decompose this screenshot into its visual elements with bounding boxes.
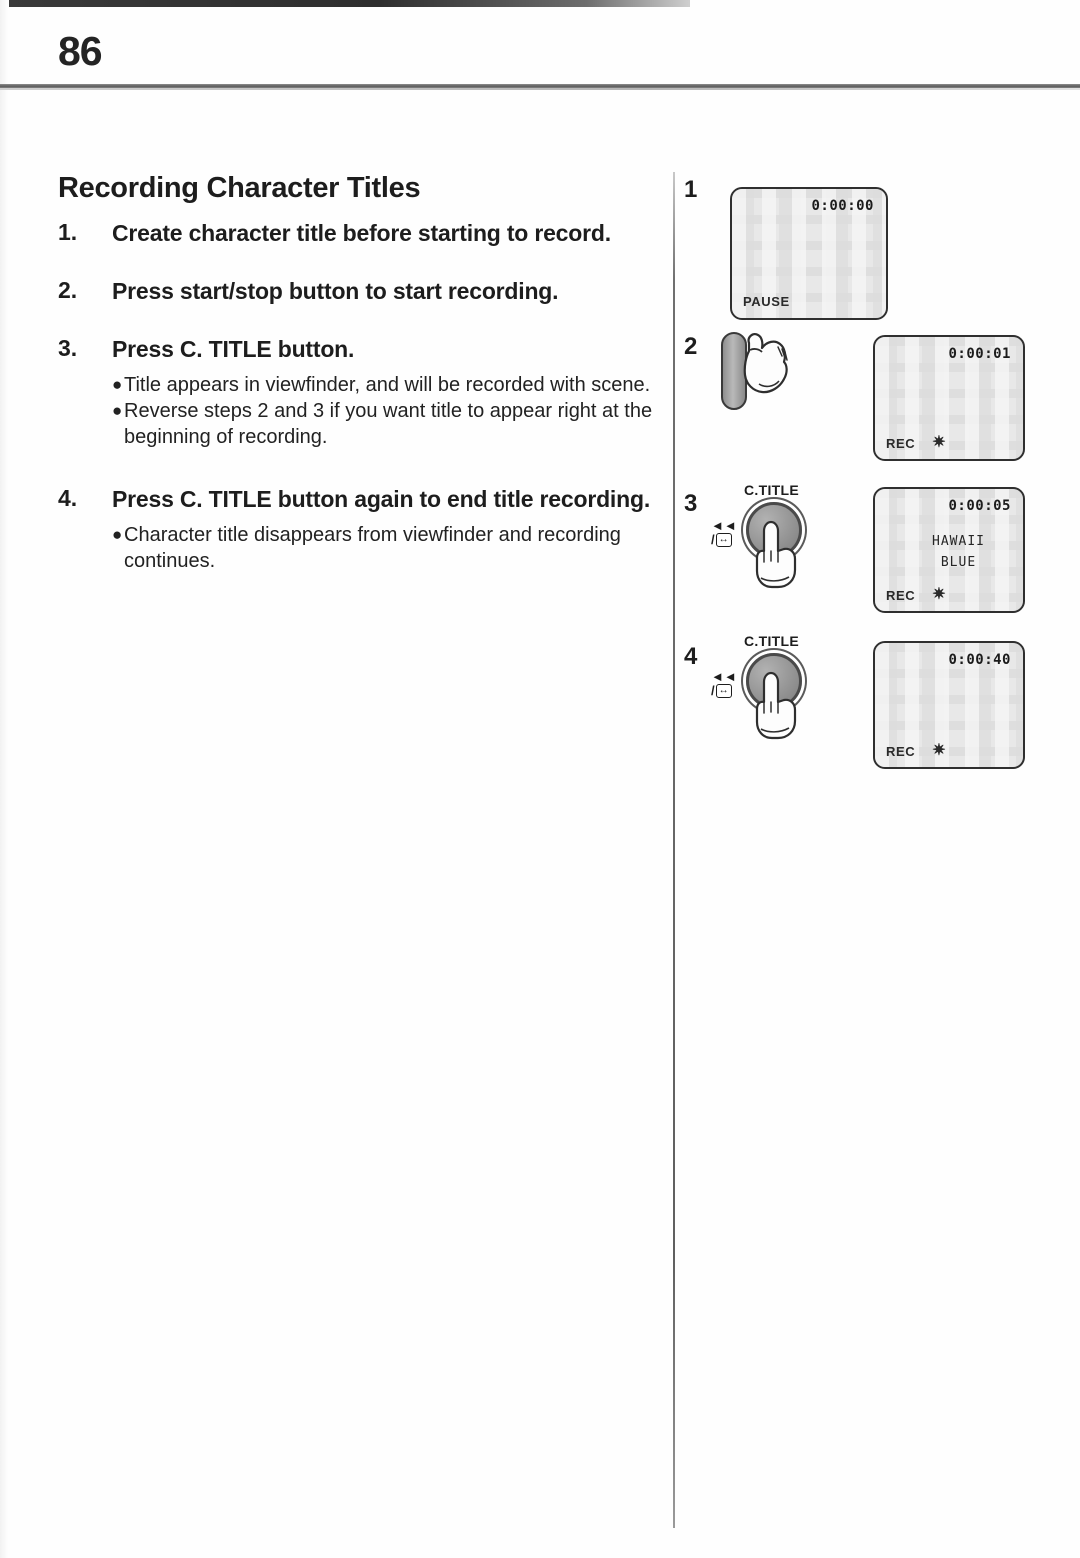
timecode-display: 0:00:00 [811, 198, 874, 214]
bullet-dot-icon: ● [112, 525, 123, 545]
title-line-1: HAWAII [932, 534, 985, 550]
rec-indicator: REC ✷ [886, 435, 946, 451]
rec-label: REC [886, 743, 916, 759]
step-text: Press C. TITLE button. [112, 335, 355, 362]
scan-edge-artifact-top [0, 0, 690, 7]
figure-number: 2 [684, 333, 698, 360]
figure-number: 3 [684, 490, 698, 517]
step-item-2: 2. Press start/stop button to start reco… [58, 277, 658, 307]
figure-2: 2 0:00:01 REC ✷ [673, 327, 1080, 472]
ctitle-button-label: C.TITLE [744, 482, 799, 498]
figure-4: 4 C.TITLE ◄◄ / ↔ 0:00:40 REC ✷ [673, 633, 1080, 783]
instructions-column: Recording Character Titles 1. Create cha… [58, 172, 658, 576]
hand-pointing-icon [750, 669, 804, 741]
timecode-display: 0:00:01 [948, 346, 1011, 362]
timecode-display: 0:00:05 [948, 498, 1011, 514]
rewind-review-icons: ◄◄ / ↔ [711, 518, 737, 548]
rec-star-icon: ✷ [932, 434, 947, 451]
figure-number: 4 [684, 643, 698, 670]
page-number: 86 [58, 28, 103, 74]
bullet-item: ● Character title disappears from viewfi… [112, 523, 658, 574]
review-box-icon: ↔ [715, 533, 732, 548]
step-number: 3. [58, 334, 78, 361]
viewfinder-screen-1: 0:00:00 PAUSE [730, 187, 888, 320]
rec-label: REC [886, 435, 916, 451]
rewind-review-icons: ◄◄ / ↔ [711, 669, 737, 699]
step-number: 1. [58, 219, 78, 245]
bullet-text: Title appears in viewfinder, and will be… [124, 373, 651, 396]
step-item-1: 1. Create character title before startin… [58, 219, 658, 249]
timecode-display: 0:00:40 [948, 652, 1011, 668]
figure-1: 1 0:00:00 PAUSE [673, 170, 1080, 320]
step-item-3: 3. Press C. TITLE button. [58, 335, 658, 365]
bullet-item: ● Title appears in viewfinder, and will … [112, 373, 658, 399]
rewind-icon: ◄◄ [711, 669, 737, 684]
viewfinder-screen-4: 0:00:40 REC ✷ [873, 641, 1025, 769]
rewind-arrow-icon: ◄◄ [711, 669, 737, 684]
bullet-dot-icon: ● [112, 374, 123, 394]
step-4-bullets: ● Character title disappears from viewfi… [112, 523, 658, 574]
step-number: 2. [58, 276, 78, 303]
hand-pressing-icon [737, 327, 799, 401]
illustrations-column: 1 0:00:00 PAUSE 2 0:00:01 REC ✷ 3 C.TITL… [673, 160, 1080, 1550]
rec-label: REC [886, 587, 916, 603]
bullet-item: ● Reverse steps 2 and 3 if you want titl… [112, 399, 658, 450]
review-icon: / ↔ [711, 532, 737, 548]
ctitle-button-label: C.TITLE [744, 633, 799, 649]
figure-3: 3 C.TITLE ◄◄ / ↔ 0:00:05 HAWAII BLUE REC… [673, 482, 1080, 627]
bullet-text: Character title disappears from viewfind… [124, 524, 621, 572]
figure-number: 1 [684, 176, 698, 203]
scan-edge-artifact-left [0, 0, 9, 1558]
character-title-overlay: HAWAII BLUE [932, 532, 985, 572]
step-text: Create character title before starting t… [112, 220, 611, 246]
rec-star-icon: ✷ [932, 586, 947, 603]
step-3-bullets: ● Title appears in viewfinder, and will … [112, 373, 658, 451]
step-number: 4. [58, 485, 78, 512]
review-box-icon: ↔ [715, 684, 732, 699]
page-title: Recording Character Titles [58, 172, 421, 204]
rec-star-icon: ✷ [932, 742, 947, 759]
bullet-dot-icon: ● [112, 401, 123, 421]
title-line-2: BLUE [940, 554, 977, 570]
viewfinder-screen-3: 0:00:05 HAWAII BLUE REC ✷ [873, 487, 1025, 613]
step-text: Press start/stop button to start recordi… [112, 277, 559, 304]
rec-indicator: REC ✷ [886, 587, 946, 603]
hand-pointing-icon [750, 518, 804, 590]
rewind-arrow-icon: ◄◄ [711, 518, 737, 533]
step-text: Press C. TITLE button again to end title… [112, 486, 651, 513]
viewfinder-screen-2: 0:00:01 REC ✷ [873, 335, 1025, 461]
slash-separator: / [711, 532, 715, 548]
header-rule [0, 84, 1080, 90]
rewind-icon: ◄◄ [711, 518, 737, 533]
pause-indicator: PAUSE [743, 294, 790, 309]
rec-indicator: REC ✷ [886, 743, 946, 759]
step-item-4: 4. Press C. TITLE button again to end ti… [58, 485, 658, 515]
review-icon: / ↔ [711, 683, 737, 699]
manual-page: 86 Recording Character Titles 1. Create … [0, 0, 1080, 1558]
slash-separator: / [711, 683, 715, 699]
bullet-text: Reverse steps 2 and 3 if you want title … [124, 400, 653, 448]
